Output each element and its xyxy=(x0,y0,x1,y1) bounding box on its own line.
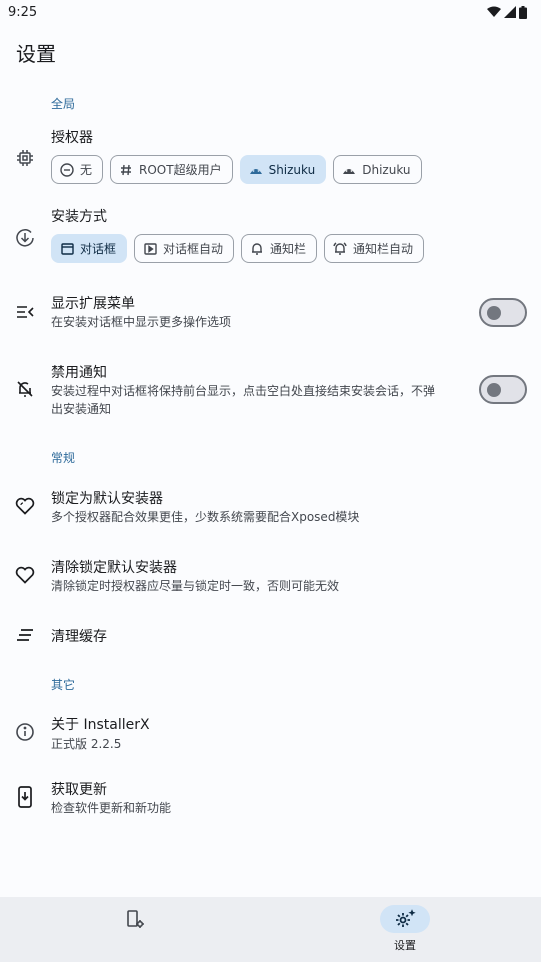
status-icons xyxy=(487,5,527,19)
play-box-icon xyxy=(143,242,157,256)
extended-menu-subtitle: 在安装对话框中显示更多操作选项 xyxy=(51,315,232,329)
nav-settings-label: 设置 xyxy=(394,939,416,952)
disable-notification-title: 禁用通知 xyxy=(51,365,107,381)
clear-all-icon xyxy=(14,624,36,646)
install-option-dialog[interactable]: 对话框 xyxy=(51,234,128,263)
authorizer-option-dhizuku[interactable]: Dhizuku xyxy=(333,155,422,184)
status-time: 9:25 xyxy=(8,4,38,20)
authorizer-option-root[interactable]: ROOT超级用户 xyxy=(110,155,233,184)
clear-lock-subtitle: 清除锁定时授权器应尽量与锁定时一致，否则可能无效 xyxy=(51,579,340,593)
heart-outline-icon xyxy=(14,564,36,586)
section-other: 其它 xyxy=(51,678,76,692)
lock-default-subtitle: 多个授权器配合效果更佳，少数系统需要配合Xposed模块 xyxy=(51,510,360,524)
hash-icon xyxy=(119,163,133,177)
install-option-label: 通知栏自动 xyxy=(353,242,414,256)
switch-knob xyxy=(487,306,501,320)
signal-icon xyxy=(504,6,516,18)
about-title[interactable]: 关于 InstallerX xyxy=(51,714,150,734)
bell-ring-icon xyxy=(333,242,347,256)
menu-open-icon xyxy=(14,301,36,323)
bell-icon xyxy=(250,242,264,256)
authorizer-title: 授权器 xyxy=(51,130,93,146)
app-settings-icon xyxy=(127,910,144,928)
disable-notification-subtitle-1: 安装过程中对话框将保持前台显示，点击空白处直接结束安装会话，不弹 xyxy=(51,384,436,398)
install-method-title: 安装方式 xyxy=(51,209,107,225)
switch-knob xyxy=(487,383,501,397)
minus-circle-icon xyxy=(60,162,74,177)
info-icon xyxy=(14,721,36,743)
bell-off-icon xyxy=(14,378,36,400)
authorizer-option-label: Shizuku xyxy=(268,162,316,177)
android-icon xyxy=(342,163,356,177)
authorizer-option-shizuku[interactable]: Shizuku xyxy=(239,155,327,184)
install-option-label: 对话框自动 xyxy=(163,242,224,256)
extended-menu-switch[interactable] xyxy=(479,298,527,327)
system-update-icon xyxy=(14,786,36,808)
chip-processor-icon xyxy=(14,147,36,169)
authorizer-option-label: ROOT超级用户 xyxy=(139,163,222,177)
clear-lock-title[interactable]: 清除锁定默认安装器 xyxy=(51,557,177,577)
extended-menu-title: 显示扩展菜单 xyxy=(51,296,135,312)
nav-settings-pill xyxy=(380,905,430,933)
heart-filled-icon xyxy=(14,495,36,517)
install-option-notification-auto[interactable]: 通知栏自动 xyxy=(324,234,425,263)
disable-notification-switch[interactable] xyxy=(479,375,527,404)
window-icon xyxy=(60,242,74,256)
section-global: 全局 xyxy=(51,97,76,111)
install-option-label: 通知栏 xyxy=(270,242,307,256)
about-subtitle: 正式版 2.2.5 xyxy=(51,737,122,751)
bottom-navigation: 设置 xyxy=(0,897,541,962)
wifi-icon xyxy=(487,6,501,17)
authorizer-option-label: Dhizuku xyxy=(362,162,411,177)
android-icon xyxy=(249,163,263,177)
authorizer-option-label: 无 xyxy=(80,163,93,177)
authorizer-option-none[interactable]: 无 xyxy=(51,155,104,184)
clear-cache-title[interactable]: 清理缓存 xyxy=(51,626,107,646)
battery-icon xyxy=(519,5,527,19)
authorizer-options: 无 ROOT超级用户 Shizuku Dhizuku xyxy=(51,155,422,184)
nav-settings[interactable]: 设置 xyxy=(348,897,468,962)
lock-default-title[interactable]: 锁定为默认安装器 xyxy=(51,488,163,508)
page-title: 设置 xyxy=(16,42,56,66)
disable-notification-subtitle-2: 出安装通知 xyxy=(51,402,112,416)
update-title[interactable]: 获取更新 xyxy=(51,779,107,799)
update-subtitle: 检查软件更新和新功能 xyxy=(51,801,172,815)
nav-apps-pill xyxy=(110,905,160,933)
install-method-options: 对话框 对话框自动 通知栏 通知栏自动 xyxy=(51,234,425,263)
download-circle-icon xyxy=(14,227,36,249)
install-option-label: 对话框 xyxy=(80,242,117,256)
section-general: 常规 xyxy=(51,451,76,465)
install-option-notification[interactable]: 通知栏 xyxy=(241,234,318,263)
install-option-dialog-auto[interactable]: 对话框自动 xyxy=(134,234,235,263)
settings-sparkle-icon xyxy=(396,909,416,927)
status-bar: 9:25 xyxy=(0,0,541,24)
nav-apps[interactable] xyxy=(78,897,198,962)
